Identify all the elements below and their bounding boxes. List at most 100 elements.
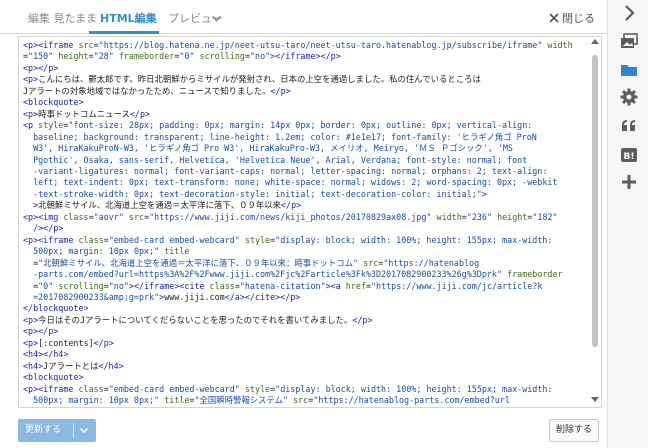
chevron-down-icon[interactable]: [211, 13, 222, 24]
code-token: "no": [108, 280, 129, 291]
code-token: width: [547, 40, 573, 50]
bookmark-icon[interactable]: B!: [619, 145, 639, 165]
code-token: scrolling: [199, 51, 245, 62]
code-token: ></iframe><cite: [128, 280, 210, 291]
scrollbar-thumb[interactable]: [592, 55, 598, 347]
code-token: <p></p>: [23, 326, 59, 337]
code-line: <p style="font-size: 28px; padding: 0px;…: [23, 120, 591, 131]
code-token: =: [23, 280, 39, 291]
folder-icon[interactable]: [619, 60, 639, 80]
code-token: <p><iframe: [23, 40, 79, 50]
code-line: /></p>: [23, 223, 591, 234]
html-source-text[interactable]: <p><iframe src = "https://blog.hatena.ne.j…: [23, 40, 591, 408]
code-token: -text-stroke-width: 0px; text-decoration…: [23, 188, 482, 199]
code-line: W3', HiraKakuProN-W3, 'ヒラギノ角ゴ Pro W3', H…: [23, 143, 591, 154]
code-token: height: [58, 51, 89, 62]
close-button[interactable]: 閉じる: [549, 0, 595, 34]
code-token: <blockquote>: [23, 97, 84, 108]
code-token: "embed-card embed-webcard": [108, 383, 240, 394]
code-token: class: [209, 280, 235, 291]
code-line: Jアラートの対象地域ではなかったため、ニュースで知りました。</p>: [23, 86, 591, 97]
code-line: <blockquote>: [23, 97, 591, 108]
gear-icon[interactable]: [619, 87, 639, 107]
scroll-down-arrow-icon[interactable]: [591, 397, 599, 402]
update-button-label: 更新する: [25, 425, 62, 435]
code-token: <p>: [23, 108, 39, 119]
code-token: 時事ドットコムニュース: [38, 108, 130, 119]
code-token: <p></p>: [23, 62, 59, 73]
code-line: <p><iframe class="embed-card embed-webca…: [23, 235, 591, 246]
code-line: baseline; background: transparent; line-…: [23, 132, 591, 143]
chevron-right-icon[interactable]: [619, 3, 639, 23]
code-line: -text-stroke-width: 0px; text-decoration…: [23, 189, 591, 200]
code-token: class: [78, 234, 104, 245]
code-token: "display: block; width: 100%; height: 15…: [275, 383, 553, 394]
code-line: <p>[:contents]</p>: [23, 338, 591, 349]
code-token: "182": [532, 211, 558, 222]
code-line: left; text-indent: 0px; text-transform: …: [23, 177, 591, 188]
plus-icon[interactable]: [619, 172, 639, 192]
code-token: </blockquote>: [23, 303, 89, 314]
code-line: </blockquote>: [23, 303, 591, 314]
update-button-divider: [73, 423, 74, 438]
code-line: 500px; margin: 10px 0px;" title: [23, 246, 591, 257]
code-token: "no": [249, 51, 271, 62]
vertical-scrollbar[interactable]: [591, 51, 599, 391]
svg-text:B!: B!: [624, 152, 635, 162]
editor-panel: 編集 見たまま HTML編集 プレビュー 閉じる <p><iframe src=…: [0, 0, 607, 448]
code-token: title: [164, 246, 190, 257]
code-token: frameborder: [507, 269, 563, 280]
code-token: <p><iframe: [23, 234, 79, 245]
editor-tabbar: 編集 見たまま HTML編集 プレビュー 閉じる: [0, 0, 607, 34]
code-line: =http%3A%2F%2Fd.hatena.ne: [23, 407, 591, 408]
code-token: 500px; margin: 10px 0px;": [23, 395, 160, 406]
update-button[interactable]: 更新する: [18, 419, 96, 442]
code-token: >: [481, 188, 487, 199]
code-token: ><a: [325, 280, 346, 291]
active-tab-indicator: [89, 31, 159, 34]
code-token: 500px; margin: 10px 0px;": [23, 246, 160, 257]
code-token: "https://www.jiji.com/jc/article?k: [371, 280, 543, 291]
tab-html-edit[interactable]: HTML編集: [100, 0, 157, 34]
code-line: -variant-ligatures: normal; font-variant…: [23, 166, 591, 177]
tab-wysiwyg[interactable]: 編集 見たまま: [28, 0, 97, 34]
code-token: "hatena-citation": [239, 280, 326, 291]
code-token: class: [78, 383, 104, 394]
code-token: src: [128, 211, 145, 222]
code-line: <p>時事ドットコムニュース</p>: [23, 109, 591, 120]
code-token: Jアラートの対象地域ではなかったため、ニュースで知りました。: [23, 85, 271, 96]
code-token: style: [244, 234, 271, 245]
code-token: "https://blog.hatena.ne.jp/neet-utsu-tar…: [98, 40, 543, 50]
code-token: title: [164, 395, 190, 406]
code-token: /></p>: [23, 223, 64, 234]
quote-icon[interactable]: [619, 116, 639, 136]
code-line: <p></p>: [23, 326, 591, 337]
code-token: こんにちは、鬱太郎です。昨日北朝鮮からミサイルが発射され、日本の上空を通過しまし…: [38, 74, 481, 85]
code-token: <p>: [23, 314, 39, 325]
code-token: baseline; background: transparent; line-…: [23, 131, 537, 142]
code-token: src: [293, 395, 309, 406]
code-token: <p: [23, 120, 39, 131]
code-line: -parts.com/embed?url=https%3A%2F%2Fwww.j…: [23, 269, 591, 280]
code-token: </p>: [352, 314, 373, 325]
code-token: style: [244, 383, 271, 394]
code-token: </h4>: [98, 360, 124, 371]
code-token: src: [78, 40, 94, 50]
code-token: </p>: [281, 200, 302, 211]
code-token: </p>: [93, 337, 114, 348]
code-token: <h4>: [23, 360, 44, 371]
html-code-editor[interactable]: <p><iframe src = "https://blog.hatena.ne.j…: [18, 36, 602, 408]
code-line: ="北朝鮮ミサイル、北海道上空を通過＝太平洋に落下、０９年以来：時事ドットコム"…: [23, 258, 591, 269]
code-token: class: [63, 211, 89, 222]
code-token: "https://www.jiji.com/news/kiji_photos/2…: [149, 211, 432, 222]
code-token: <h4></h4>: [23, 349, 69, 360]
code-token: "150": [28, 51, 54, 62]
code-line: <p><img class="aovr" src="https://www.ji…: [23, 212, 591, 223]
scroll-up-arrow-icon[interactable]: [591, 39, 599, 44]
code-line: <blockquote>: [23, 372, 591, 383]
images-icon[interactable]: [619, 31, 639, 51]
delete-button[interactable]: 削除する: [549, 419, 599, 442]
code-line: ="150" height="28" frameborder="0" scrol…: [23, 51, 591, 62]
chevron-down-icon[interactable]: [79, 426, 89, 435]
editor-footer: 更新する 削除する: [0, 410, 607, 448]
